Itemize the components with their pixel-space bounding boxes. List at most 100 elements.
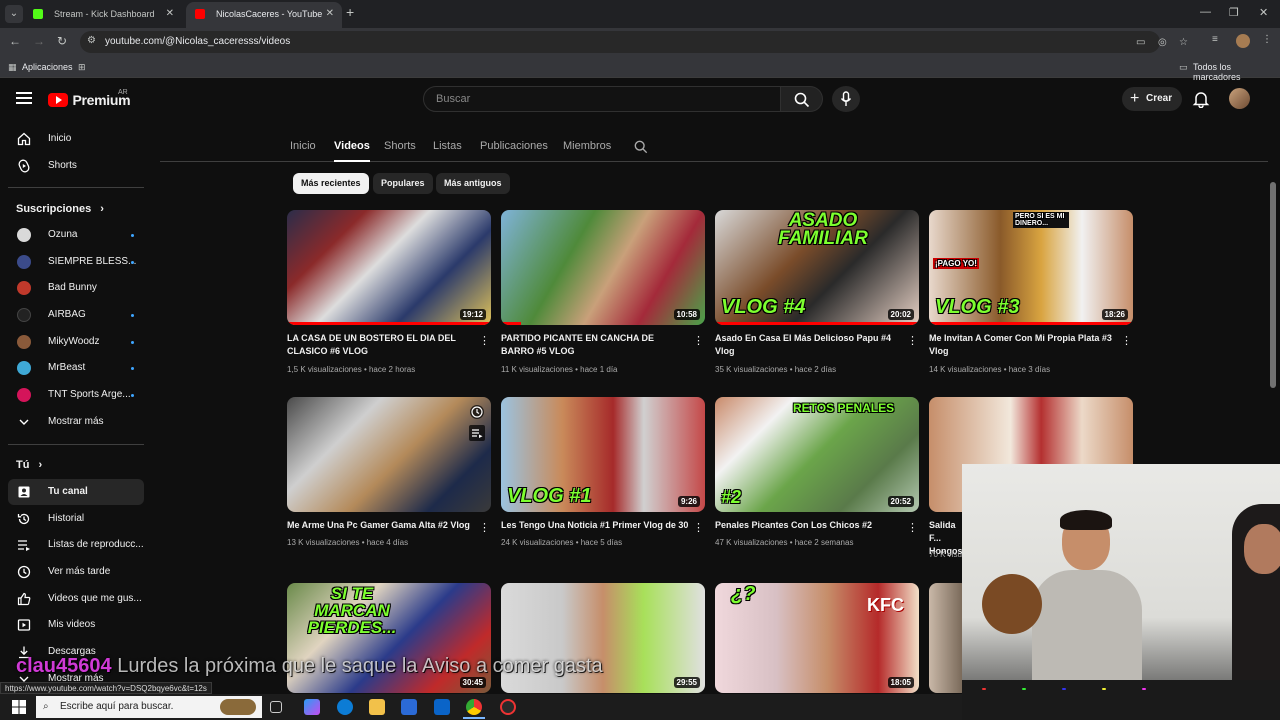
outlook-icon[interactable]	[434, 699, 450, 715]
forward-icon[interactable]: →	[33, 34, 45, 48]
video-card[interactable]: ¿? KFC 18:05	[715, 583, 919, 693]
bookmark-star-icon[interactable]: ☆	[1179, 37, 1188, 48]
video-menu-icon[interactable]: ⋮	[1121, 334, 1132, 348]
video-card[interactable]: RETOS PENALES #2 20:52 Penales Picantes …	[715, 397, 919, 557]
chip-oldest[interactable]: Más antiguos	[436, 173, 510, 194]
video-menu-icon[interactable]: ⋮	[693, 521, 704, 535]
create-button[interactable]: + Crear	[1122, 87, 1182, 111]
subscription-item[interactable]: Ozuna	[8, 222, 144, 248]
media-control-icon[interactable]: ≡	[1212, 34, 1218, 45]
omnibox[interactable]: ⚙ youtube.com/@Nicolas_caceresss/videos …	[80, 31, 1188, 53]
file-explorer-icon[interactable]	[369, 699, 385, 715]
minimize-icon[interactable]: —	[1200, 6, 1211, 18]
back-icon[interactable]: ←	[9, 34, 21, 48]
add-to-queue-icon[interactable]	[469, 425, 485, 441]
subscription-item[interactable]: AIRBAG	[8, 302, 144, 328]
tab-shorts[interactable]: Shorts	[384, 140, 416, 152]
video-title[interactable]: Penales Picantes Con Los Chicos #2	[715, 519, 903, 532]
video-title[interactable]: PARTIDO PICANTE EN CANCHA DE BARRO #5 VL…	[501, 332, 689, 358]
subscriptions-heading[interactable]: Suscripciones ›	[16, 203, 104, 215]
store-icon[interactable]	[401, 699, 417, 715]
video-title[interactable]: Asado En Casa El Más Delicioso Papu #4 V…	[715, 332, 903, 358]
taskbar-search[interactable]: ⌕ Escribe aquí para buscar.	[36, 696, 262, 718]
reload-icon[interactable]: ↻	[57, 34, 67, 48]
search-button[interactable]	[781, 86, 823, 112]
bookmark-all[interactable]: Todos los marcadores	[1193, 62, 1280, 82]
profile-avatar[interactable]	[1236, 34, 1250, 48]
you-heading[interactable]: Tú ›	[16, 459, 42, 471]
obs-icon[interactable]	[500, 699, 516, 715]
video-thumbnail[interactable]: 10:58	[501, 210, 705, 325]
video-menu-icon[interactable]: ⋮	[479, 521, 490, 535]
restore-icon[interactable]: ❐	[1229, 6, 1239, 19]
tab-listas[interactable]: Listas	[433, 140, 462, 152]
notifications-bell-icon[interactable]	[1192, 90, 1210, 108]
video-menu-icon[interactable]: ⋮	[693, 334, 704, 348]
video-title[interactable]: Les Tengo Una Noticia #1 Primer Vlog de …	[501, 519, 689, 532]
video-thumbnail[interactable]: ¡PAGO YO! PERO SI ES MI DINERO... VLOG #…	[929, 210, 1133, 325]
chip-popular[interactable]: Populares	[373, 173, 433, 194]
sidebar-item-shorts[interactable]: Shorts	[8, 153, 144, 179]
subscription-item[interactable]: TNT Sports Arge...	[8, 382, 144, 408]
video-card[interactable]: ASADO FAMILIAR VLOG #4 20:02 Asado En Ca…	[715, 210, 919, 380]
video-thumbnail[interactable]: ¿? KFC 18:05	[715, 583, 919, 693]
eye-off-icon[interactable]: ◎	[1158, 37, 1167, 48]
browser-menu-icon[interactable]: ⋮	[1262, 34, 1272, 45]
close-window-icon[interactable]: ✕	[1259, 6, 1268, 19]
tab-kick-dashboard[interactable]: Stream - Kick Dashboard ✕	[24, 2, 182, 28]
video-menu-icon[interactable]: ⋮	[907, 334, 918, 348]
page-scrollbar[interactable]	[1270, 182, 1276, 388]
video-menu-icon[interactable]: ⋮	[479, 334, 490, 348]
sidebar-item-your-channel[interactable]: Tu canal	[8, 479, 144, 505]
video-card[interactable]: 10:58 PARTIDO PICANTE EN CANCHA DE BARRO…	[501, 210, 705, 380]
video-thumbnail[interactable]: ASADO FAMILIAR VLOG #4 20:02	[715, 210, 919, 325]
menu-icon[interactable]	[16, 92, 32, 104]
bookmark-apps[interactable]: Aplicaciones	[22, 62, 73, 72]
url-text[interactable]: youtube.com/@Nicolas_caceresss/videos	[105, 36, 290, 47]
sidebar-item-history[interactable]: Historial	[8, 506, 144, 532]
user-avatar[interactable]	[1229, 88, 1250, 109]
task-view-icon[interactable]	[270, 701, 282, 713]
video-title[interactable]: Me Invitan A Comer Con Mi Propia Plata #…	[929, 332, 1117, 358]
tab-miembros[interactable]: Miembros	[563, 140, 611, 152]
subscription-item[interactable]: MikyWoodz	[8, 329, 144, 355]
video-card[interactable]: 19:12 LA CASA DE UN BOSTERO EL DIA DEL C…	[287, 210, 491, 380]
video-thumbnail[interactable]	[287, 397, 491, 512]
close-tab-icon[interactable]: ✕	[326, 2, 334, 26]
video-thumbnail[interactable]: RETOS PENALES #2 20:52	[715, 397, 919, 512]
video-title[interactable]: Me Arme Una Pc Gamer Gama Alta #2 Vlog	[287, 519, 475, 532]
sidebar-item-playlists[interactable]: Listas de reproducc...	[8, 532, 144, 558]
edge-icon[interactable]	[337, 699, 353, 715]
video-menu-icon[interactable]: ⋮	[907, 521, 918, 535]
video-thumbnail[interactable]: 19:12	[287, 210, 491, 325]
show-more-subscriptions[interactable]: Mostrar más	[8, 409, 144, 435]
sidebar-item-watch-later[interactable]: Ver más tarde	[8, 559, 144, 585]
video-card[interactable]: Me Arme Una Pc Gamer Gama Alta #2 Vlog ⋮…	[287, 397, 491, 557]
sidebar-item-liked-videos[interactable]: Videos que me gus...	[8, 586, 144, 612]
windows-start-icon[interactable]	[12, 700, 26, 714]
copilot-icon[interactable]	[304, 699, 320, 715]
chip-recent[interactable]: Más recientes	[293, 173, 369, 194]
new-tab-button[interactable]: +	[346, 4, 354, 20]
subscription-item[interactable]: Bad Bunny	[8, 275, 144, 301]
watch-later-icon[interactable]	[469, 404, 485, 420]
video-card[interactable]: VLOG #1 9:26 Les Tengo Una Noticia #1 Pr…	[501, 397, 705, 557]
sidebar-item-my-videos[interactable]: Mis videos	[8, 612, 144, 638]
subscription-item[interactable]: MrBeast	[8, 355, 144, 381]
video-thumbnail[interactable]: VLOG #1 9:26	[501, 397, 705, 512]
tab-youtube[interactable]: NicolasCaceres - YouTube ✕	[186, 2, 342, 28]
tab-inicio[interactable]: Inicio	[290, 140, 316, 152]
subscription-item[interactable]: SIEMPRE BLESS...	[8, 249, 144, 275]
site-info-icon[interactable]: ⚙	[87, 35, 96, 46]
search-input[interactable]	[436, 93, 756, 105]
tab-search-button[interactable]: ⌄	[5, 5, 23, 23]
tab-groups-icon[interactable]: ⊞	[78, 62, 88, 72]
tab-videos[interactable]: Videos	[334, 140, 370, 162]
cast-icon[interactable]: ▭	[1136, 37, 1145, 48]
video-card[interactable]: ¡PAGO YO! PERO SI ES MI DINERO... VLOG #…	[929, 210, 1133, 380]
chrome-icon[interactable]	[466, 699, 482, 715]
tab-publicaciones[interactable]: Publicaciones	[480, 140, 548, 152]
channel-search-icon[interactable]	[634, 140, 648, 154]
close-tab-icon[interactable]: ✕	[166, 2, 174, 26]
video-title[interactable]: LA CASA DE UN BOSTERO EL DIA DEL CLASICO…	[287, 332, 475, 358]
